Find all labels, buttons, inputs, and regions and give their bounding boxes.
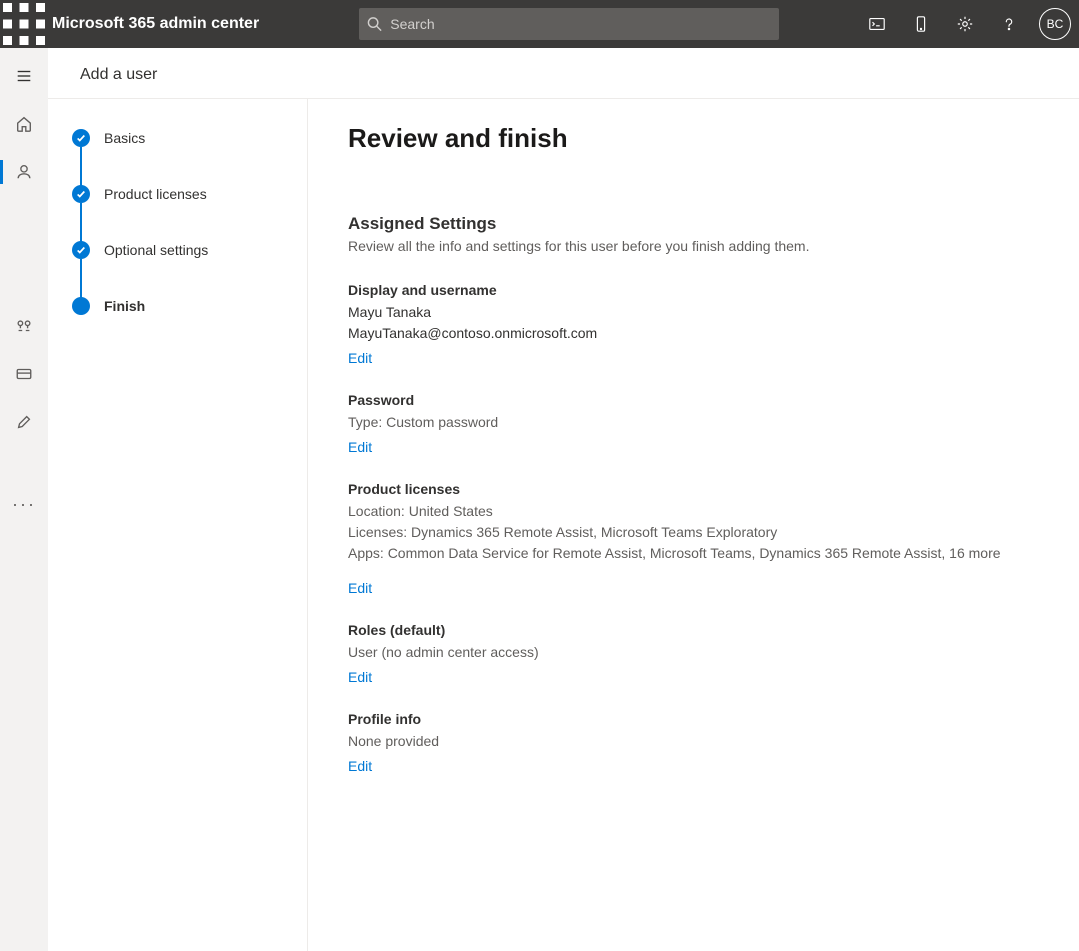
username-value: MayuTanaka@contoso.onmicrosoft.com <box>348 323 1039 344</box>
panel-header: Add a user <box>48 48 1079 99</box>
licenses-label: Product licenses <box>348 481 1039 497</box>
step-label: Finish <box>104 298 145 314</box>
edit-licenses-link[interactable]: Edit <box>348 580 372 596</box>
location-value: Location: United States <box>348 501 1039 522</box>
app-title: Microsoft 365 admin center <box>52 15 259 33</box>
search-wrap <box>359 8 779 40</box>
page-heading: Review and finish <box>348 123 1039 154</box>
edit-profile-link[interactable]: Edit <box>348 758 372 774</box>
check-icon <box>72 241 90 259</box>
licenses-block: Product licenses Location: United States… <box>348 481 1039 596</box>
wizard-stepper: Basics Product licenses Optional setting… <box>48 99 308 951</box>
user-avatar[interactable]: BC <box>1039 8 1071 40</box>
home-icon[interactable] <box>8 108 40 140</box>
check-icon <box>72 129 90 147</box>
wizard-content: Review and finish Assigned Settings Revi… <box>308 99 1079 951</box>
left-nav-rail: ··· <box>0 48 48 951</box>
current-step-icon <box>72 297 90 315</box>
edit-display-username-link[interactable]: Edit <box>348 350 372 366</box>
step-label: Basics <box>104 130 145 146</box>
roles-label: Roles (default) <box>348 622 1039 638</box>
display-username-label: Display and username <box>348 282 1039 298</box>
setup-icon[interactable] <box>8 406 40 438</box>
step-optional-settings[interactable]: Optional settings <box>72 241 283 297</box>
roles-block: Roles (default) User (no admin center ac… <box>348 622 1039 685</box>
display-username-block: Display and username Mayu Tanaka MayuTan… <box>348 282 1039 366</box>
step-label: Optional settings <box>104 242 208 258</box>
edit-roles-link[interactable]: Edit <box>348 669 372 685</box>
step-product-licenses[interactable]: Product licenses <box>72 185 283 241</box>
apps-value: Apps: Common Data Service for Remote Ass… <box>348 543 1039 564</box>
password-label: Password <box>348 392 1039 408</box>
roles-value: User (no admin center access) <box>348 642 1039 663</box>
assigned-settings-heading: Assigned Settings <box>348 214 1039 234</box>
panel-title: Add a user <box>80 66 1047 84</box>
shell-icon[interactable] <box>857 0 897 48</box>
app-launcher-icon[interactable] <box>0 0 48 48</box>
search-icon <box>367 16 382 32</box>
display-name-value: Mayu Tanaka <box>348 302 1039 323</box>
check-icon <box>72 185 90 203</box>
step-basics[interactable]: Basics <box>72 129 283 185</box>
billing-icon[interactable] <box>8 358 40 390</box>
settings-icon[interactable] <box>945 0 985 48</box>
password-type-value: Type: Custom password <box>348 412 1039 433</box>
help-icon[interactable] <box>989 0 1029 48</box>
users-icon[interactable] <box>8 156 40 188</box>
search-box[interactable] <box>359 8 779 40</box>
step-label: Product licenses <box>104 186 207 202</box>
more-icon[interactable]: ··· <box>12 494 36 515</box>
profile-value: None provided <box>348 731 1039 752</box>
profile-block: Profile info None provided Edit <box>348 711 1039 774</box>
mobile-icon[interactable] <box>901 0 941 48</box>
edit-password-link[interactable]: Edit <box>348 439 372 455</box>
nav-toggle-icon[interactable] <box>8 60 40 92</box>
licenses-value: Licenses: Dynamics 365 Remote Assist, Mi… <box>348 522 1039 543</box>
search-input[interactable] <box>390 16 771 32</box>
main-panel: Add a user Basics Product licenses Optio… <box>48 48 1079 951</box>
health-icon[interactable] <box>8 310 40 342</box>
assigned-settings-desc: Review all the info and settings for thi… <box>348 238 1039 254</box>
top-header: Microsoft 365 admin center BC <box>0 0 1079 48</box>
topbar-icons: BC <box>857 0 1079 48</box>
password-block: Password Type: Custom password Edit <box>348 392 1039 455</box>
profile-label: Profile info <box>348 711 1039 727</box>
step-finish[interactable]: Finish <box>72 297 283 315</box>
